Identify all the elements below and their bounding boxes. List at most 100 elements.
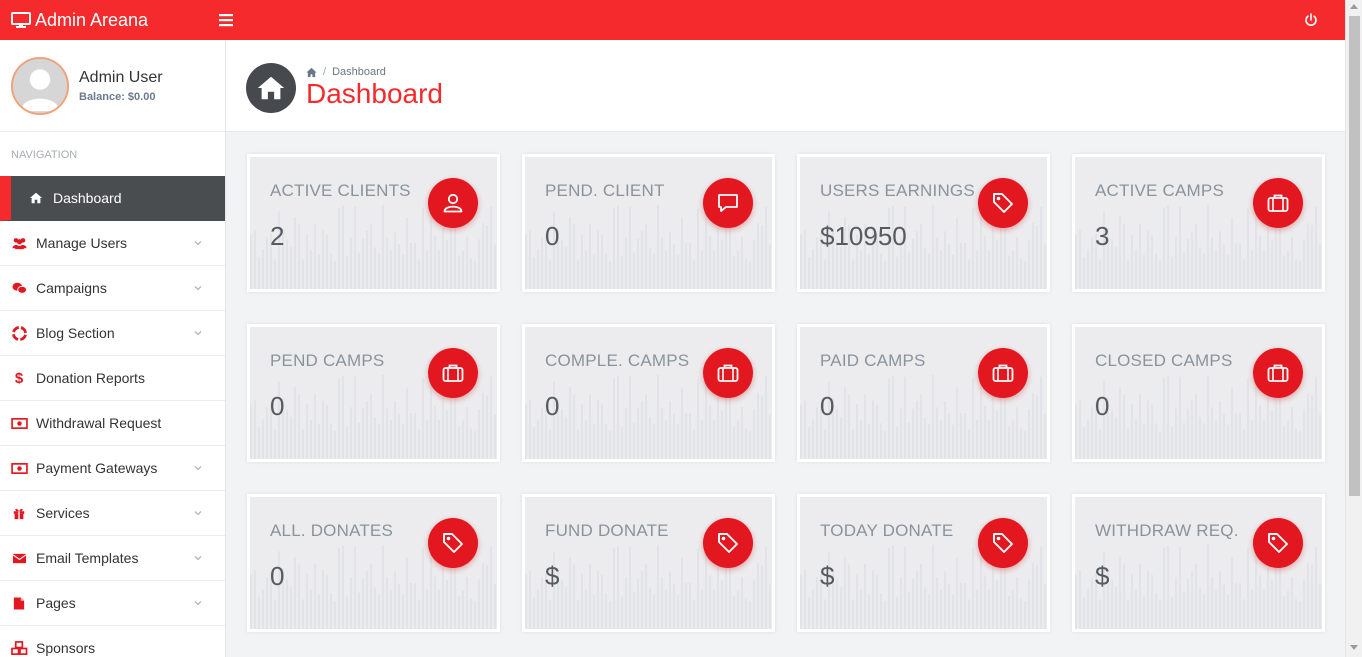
card-value: 0 <box>1095 391 1110 421</box>
file-icon <box>10 595 28 611</box>
sidebar: Admin User Balance: $0.00 NAVIGATION Das… <box>0 40 226 657</box>
card-body: USERS EARNINGS $10950 <box>800 157 1047 289</box>
card-body: PEND. CLIENT 0 <box>525 157 772 289</box>
card-label: COMPLE. CAMPS <box>545 351 690 370</box>
sidebar-item-label: Services <box>36 505 90 521</box>
sidebar-item-label: Email Templates <box>36 550 139 566</box>
card-value: $ <box>545 561 560 591</box>
sidebar-item-label: Campaigns <box>36 280 107 296</box>
stat-card-withdraw-req[interactable]: WITHDRAW REQ. $ <box>1072 494 1325 632</box>
sidebar-item-pages[interactable]: Pages <box>0 581 225 626</box>
stat-card-today-donate[interactable]: TODAY DONATE $ <box>797 494 1050 632</box>
stat-card-users-earnings[interactable]: USERS EARNINGS $10950 <box>797 154 1050 292</box>
sidebar-item-dashboard[interactable]: Dashboard <box>0 176 225 221</box>
breadcrumb-separator: / <box>323 66 327 78</box>
stat-card-pend-client[interactable]: PEND. CLIENT 0 <box>522 154 775 292</box>
sidebar-item-label: Sponsors <box>36 640 96 656</box>
briefcase-icon <box>1253 178 1303 228</box>
stat-card-active-camps[interactable]: ACTIVE CAMPS 3 <box>1072 154 1325 292</box>
sidebar-item-label: Manage Users <box>36 235 128 251</box>
tag-icon <box>978 178 1028 228</box>
chevron-down-icon <box>194 466 202 471</box>
stat-card-fund-donate[interactable]: FUND DONATE $ <box>522 494 775 632</box>
power-icon[interactable] <box>1303 12 1319 28</box>
card-value: 3 <box>1095 221 1110 251</box>
home-icon <box>27 190 45 206</box>
tag-icon <box>703 518 753 568</box>
card-label: WITHDRAW REQ. <box>1095 521 1239 540</box>
sidebar-item-label: Dashboard <box>53 190 122 206</box>
chevron-down-icon <box>194 511 202 516</box>
card-body: FUND DONATE $ <box>525 497 772 629</box>
stat-card-comple-camps[interactable]: COMPLE. CAMPS 0 <box>522 324 775 462</box>
card-body: ACTIVE CAMPS 3 <box>1075 157 1322 289</box>
breadcrumb-current: Dashboard <box>332 66 386 78</box>
gift-icon <box>10 505 28 521</box>
card-value: 0 <box>270 561 285 591</box>
card-label: ALL. DONATES <box>270 521 394 540</box>
card-body: TODAY DONATE $ <box>800 497 1047 629</box>
top-bar: Admin Areana <box>0 0 1345 40</box>
stat-card-paid-camps[interactable]: PAID CAMPS 0 <box>797 324 1050 462</box>
sidebar-item-label: Donation Reports <box>36 370 145 386</box>
sidebar-item-services[interactable]: Services <box>0 491 225 536</box>
card-body: PAID CAMPS 0 <box>800 327 1047 459</box>
stat-card-closed-camps[interactable]: CLOSED CAMPS 0 <box>1072 324 1325 462</box>
scrollbar-thumb[interactable] <box>1349 16 1360 496</box>
briefcase-icon <box>978 348 1028 398</box>
stat-card-active-clients[interactable]: ACTIVE CLIENTS 2 <box>247 154 500 292</box>
sidebar-item-campaigns[interactable]: Campaigns <box>0 266 225 311</box>
sidebar-item-manage-users[interactable]: Manage Users <box>0 221 225 266</box>
card-value: $ <box>1095 561 1110 591</box>
card-value: 0 <box>270 391 285 421</box>
scroll-up-arrow[interactable] <box>1350 4 1358 9</box>
tag-icon <box>428 518 478 568</box>
envelope-icon <box>10 550 28 566</box>
sidebar-item-withdrawal-request[interactable]: Withdrawal Request <box>0 401 225 446</box>
card-value: 0 <box>820 391 835 421</box>
sidebar-item-label: Withdrawal Request <box>36 415 162 431</box>
card-label: PAID CAMPS <box>820 351 926 370</box>
sidebar-item-sponsors[interactable]: Sponsors <box>0 626 225 657</box>
scrollbar[interactable] <box>1345 0 1362 657</box>
card-label: TODAY DONATE <box>820 521 954 540</box>
avatar[interactable] <box>11 57 69 115</box>
sidebar-item-label: Pages <box>36 595 76 611</box>
brand[interactable]: Admin Areana <box>0 0 226 40</box>
chevron-down-icon <box>194 331 202 336</box>
briefcase-icon <box>703 348 753 398</box>
sidebar-item-email-templates[interactable]: Email Templates <box>0 536 225 581</box>
user-silhouette-icon <box>13 59 67 113</box>
nav-heading: NAVIGATION <box>11 149 78 161</box>
breadcrumb-home-icon[interactable] <box>306 67 317 78</box>
card-body: WITHDRAW REQ. $ <box>1075 497 1322 629</box>
card-value: $ <box>820 561 835 591</box>
chevron-down-icon <box>194 241 202 246</box>
sidebar-item-blog-section[interactable]: Blog Section <box>0 311 225 356</box>
card-value: $10950 <box>820 221 907 251</box>
card-label: PEND. CLIENT <box>545 181 665 200</box>
sidebar-item-payment-gateways[interactable]: Payment Gateways <box>0 446 225 491</box>
card-value: 0 <box>545 221 560 251</box>
scroll-down-arrow[interactable] <box>1350 645 1358 650</box>
chevron-down-icon <box>194 556 202 561</box>
stat-card-pend-camps[interactable]: PEND CAMPS 0 <box>247 324 500 462</box>
user-balance: Balance: $0.00 <box>79 91 155 103</box>
sidebar-item-label: Blog Section <box>36 325 115 341</box>
stat-card-all-donates[interactable]: ALL. DONATES 0 <box>247 494 500 632</box>
card-body: PEND CAMPS 0 <box>250 327 497 459</box>
card-label: CLOSED CAMPS <box>1095 351 1233 370</box>
chevron-down-icon <box>194 601 202 606</box>
sidebar-item-label: Payment Gateways <box>36 460 158 476</box>
dollar-icon: $ <box>14 369 24 387</box>
user-name: Admin User <box>79 69 163 86</box>
hamburger-menu-icon[interactable] <box>218 12 234 28</box>
sidebar-item-donation-reports[interactable]: $ Donation Reports <box>0 356 225 401</box>
user-icon <box>428 178 478 228</box>
balance-label: Balance: <box>79 91 125 103</box>
money-icon <box>10 460 28 476</box>
brand-title: Admin Areana <box>35 9 149 30</box>
card-value: 2 <box>270 221 285 251</box>
card-label: USERS EARNINGS <box>820 181 975 200</box>
briefcase-icon <box>1253 348 1303 398</box>
